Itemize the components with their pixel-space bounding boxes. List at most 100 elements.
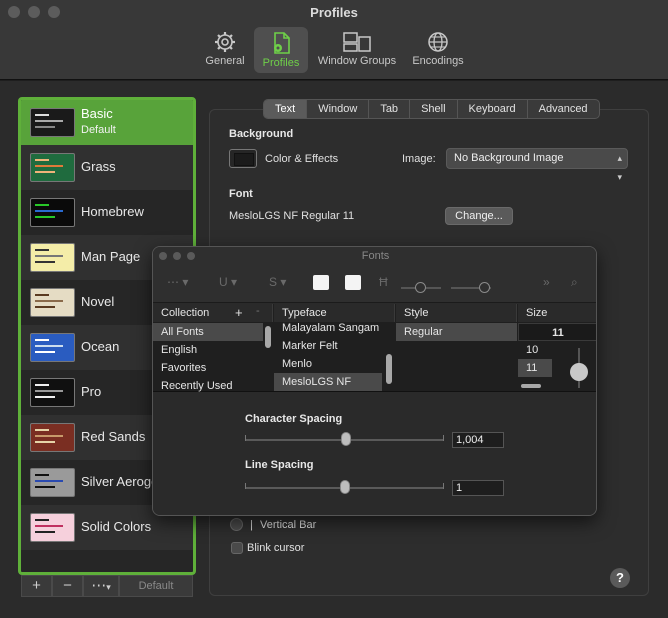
more-actions-button[interactable]: ⋯▾ <box>83 575 119 597</box>
tab-text[interactable]: Text <box>264 100 308 118</box>
slider-tick <box>245 435 246 441</box>
tab-window[interactable]: Window <box>307 100 370 118</box>
shadow-icon[interactable]: Ħ <box>379 275 388 289</box>
toolbar-general[interactable]: General <box>198 27 252 73</box>
toolbar-encodings[interactable]: Encodings <box>407 27 469 73</box>
style-header: Style <box>396 304 517 322</box>
collection-header: Collection <box>153 304 273 322</box>
strikethrough-icon[interactable]: S ▾ <box>269 275 286 289</box>
slider-tick <box>443 435 444 441</box>
style-regular[interactable]: Regular <box>396 323 517 341</box>
add-profile-button[interactable]: + <box>21 575 52 597</box>
profile-name: Ocean <box>81 339 120 354</box>
size-header: Size <box>518 304 596 322</box>
slider-tick <box>245 483 246 489</box>
profile-default-label: Default <box>81 124 116 136</box>
line-spacing-label: Line Spacing <box>245 459 314 471</box>
collection-scrollbar[interactable] <box>265 326 271 348</box>
background-color-well[interactable] <box>229 149 257 168</box>
profile-name: Pro <box>81 384 102 399</box>
profile-homebrew[interactable]: Homebrew <box>21 190 193 235</box>
window-groups-icon <box>343 32 371 52</box>
text-color-well[interactable] <box>313 275 329 290</box>
spacing-section: Character Spacing 1,004 Line Spacing 1 <box>153 393 596 515</box>
font-value: MesloLGS NF Regular 11 <box>229 210 355 222</box>
window-title: Profiles <box>310 5 358 20</box>
tab-advanced[interactable]: Advanced <box>528 100 599 118</box>
collection-favorites[interactable]: Favorites <box>153 359 263 377</box>
size-input[interactable]: 11 <box>518 323 596 341</box>
size-item[interactable]: 10 <box>518 341 552 359</box>
image-label: Image: <box>402 153 436 165</box>
fonts-panel: Fonts ⋯ ▾ U ▾ S ▾ Ħ » ⌕ Collection + - T… <box>152 246 597 516</box>
character-spacing-field[interactable]: 1,004 <box>452 432 504 448</box>
chevron-updown-icon: ▴ ▾ <box>617 153 622 182</box>
typeface-item[interactable]: Menlo <box>274 355 382 373</box>
set-default-button[interactable]: Default <box>119 575 193 597</box>
line-spacing-knob[interactable] <box>340 480 350 494</box>
cursor-bar-glyph: | <box>250 519 253 531</box>
line-spacing-field[interactable]: 1 <box>452 480 504 496</box>
typeface-item[interactable]: Malayalam Sangam <box>274 319 382 337</box>
size-slider-knob[interactable] <box>570 363 588 381</box>
size-scrollbar[interactable] <box>521 384 541 388</box>
fonts-minimize-button[interactable] <box>173 252 181 260</box>
tab-tab[interactable]: Tab <box>369 100 411 118</box>
settings-tabs[interactable]: Text Window Tab Shell Keyboard Advanced <box>263 99 600 119</box>
gear-icon <box>215 32 235 52</box>
typeface-item-selected[interactable]: MesloLGS NF <box>274 373 382 391</box>
slider-knob[interactable] <box>415 282 426 293</box>
remove-collection-button[interactable]: - <box>256 305 260 317</box>
profile-name: Solid Colors <box>81 519 152 534</box>
profile-name: Man Page <box>81 249 141 264</box>
cursor-vertical-bar-label: Vertical Bar <box>260 519 317 531</box>
profile-grass[interactable]: Grass <box>21 145 193 190</box>
typeface-item[interactable]: Marker Felt <box>274 337 382 355</box>
profile-thumbnail <box>30 198 75 227</box>
toolbar-profiles-label: Profiles <box>262 57 300 69</box>
remove-profile-button[interactable]: − <box>52 575 83 597</box>
tab-keyboard[interactable]: Keyboard <box>458 100 528 118</box>
toolbar-encodings-label: Encodings <box>412 55 464 67</box>
toolbar-window-groups[interactable]: Window Groups <box>311 27 403 73</box>
blink-cursor-checkbox[interactable] <box>231 542 243 554</box>
profile-thumbnail <box>30 513 75 542</box>
search-icon[interactable]: ⌕ <box>571 275 578 290</box>
collection-english[interactable]: English <box>153 341 263 359</box>
size-item-selected[interactable]: 11 <box>518 359 552 377</box>
profile-thumbnail <box>30 108 75 137</box>
ellipsis-circle-icon: ⋯ <box>91 577 107 594</box>
title-bar: Profiles General Profiles Window Groups … <box>0 0 668 80</box>
tab-shell[interactable]: Shell <box>410 100 458 118</box>
collection-all-fonts[interactable]: All Fonts <box>153 323 263 341</box>
profile-thumbnail <box>30 423 75 452</box>
change-font-button[interactable]: Change... <box>445 207 513 225</box>
profile-name: Silver Aerogel <box>81 474 162 489</box>
character-spacing-label: Character Spacing <box>245 413 343 425</box>
profile-name: Grass <box>81 159 116 174</box>
toolbar-general-label: General <box>205 55 245 67</box>
fonts-close-button[interactable] <box>159 252 167 260</box>
add-collection-button[interactable]: + <box>235 305 243 320</box>
underline-icon[interactable]: U ▾ <box>219 275 237 289</box>
font-heading: Font <box>229 188 253 200</box>
font-browser: Collection + - Typeface Style Size All F… <box>153 304 596 392</box>
slider-knob[interactable] <box>479 282 490 293</box>
fonts-zoom-button[interactable] <box>187 252 195 260</box>
typeface-scrollbar[interactable] <box>386 354 392 384</box>
action-menu-icon[interactable]: ⋯ ▾ <box>167 275 188 289</box>
fonts-panel-title: Fonts <box>153 247 596 265</box>
toolbar-window-groups-label: Window Groups <box>317 55 397 67</box>
fonts-toolbar: ⋯ ▾ U ▾ S ▾ Ħ » ⌕ <box>153 265 596 303</box>
toolbar-profiles[interactable]: Profiles <box>254 27 308 73</box>
expand-icon[interactable]: » <box>543 275 550 289</box>
document-color-well[interactable] <box>345 275 361 290</box>
help-button[interactable]: ? <box>610 568 630 588</box>
character-spacing-knob[interactable] <box>341 432 351 446</box>
cursor-vertical-bar-radio[interactable] <box>230 518 243 531</box>
globe-icon <box>428 32 448 52</box>
profile-name: Red Sands <box>81 429 146 444</box>
profile-basic[interactable]: Basic Default <box>21 100 193 145</box>
background-image-select[interactable]: No Background Image ▴ ▾ <box>446 148 628 182</box>
blink-cursor-label: Blink cursor <box>247 542 305 554</box>
